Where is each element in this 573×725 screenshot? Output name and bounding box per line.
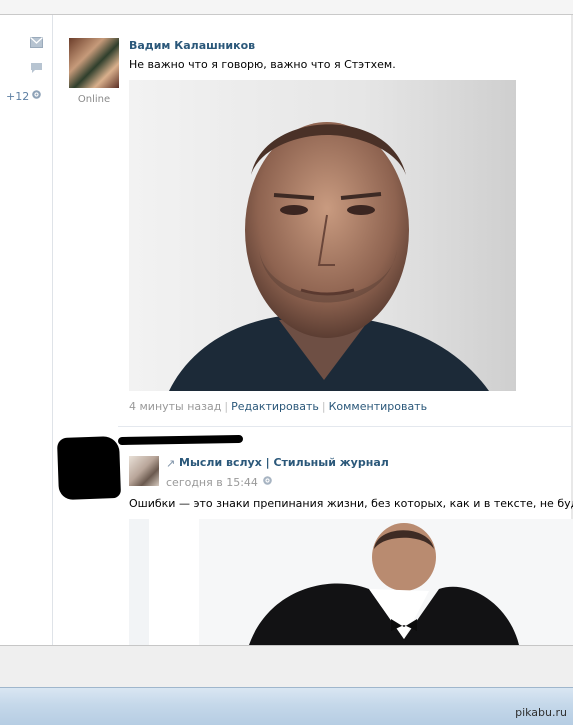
meta-separator: | — [224, 400, 229, 413]
post-text: Не важно что я говорю, важно что я Стэтх… — [129, 58, 396, 71]
meta-separator: | — [321, 400, 326, 413]
browser-top-strip — [0, 0, 573, 15]
edit-link[interactable]: Редактировать — [231, 400, 319, 413]
author-avatar[interactable] — [69, 38, 119, 88]
source-avatar[interactable] — [129, 456, 159, 486]
taskbar: pikabu.ru — [0, 687, 573, 725]
post-photo[interactable] — [129, 80, 516, 391]
online-status: Online — [77, 94, 111, 105]
post-divider — [118, 426, 573, 427]
post-photo[interactable] — [129, 519, 573, 645]
chat-bubble-icon[interactable] — [30, 62, 43, 73]
gear-icon — [31, 89, 42, 103]
post-time-text: сегодня в 15:44 — [166, 475, 258, 489]
post-time[interactable]: 4 минуты назад — [129, 400, 221, 413]
notifications-counter[interactable]: +12 — [6, 89, 42, 103]
portrait-illustration — [169, 122, 489, 391]
window-bottom-area — [0, 645, 573, 688]
post-text: Ошибки — это знаки препинания жизни, без… — [129, 497, 573, 510]
repost-source-link[interactable]: Мысли вслух | Стильный журнал — [179, 456, 389, 469]
repost-icon: ↗ — [166, 457, 176, 470]
gear-icon — [262, 475, 273, 489]
post-meta: 4 минуты назад | Редактировать | Комментиров… — [129, 400, 427, 413]
post-time[interactable]: сегодня в 15:44 — [166, 475, 273, 489]
watermark: pikabu.ru — [515, 706, 567, 719]
comment-link[interactable]: Комментировать — [329, 400, 427, 413]
post-author-link[interactable]: Вадим Калашников — [129, 39, 255, 52]
redacted-avatar — [56, 435, 122, 501]
envelope-icon[interactable] — [30, 37, 43, 48]
tuxedo-photo-illustration — [129, 519, 573, 645]
left-rail: +12 — [0, 15, 53, 645]
notifications-count-text: +12 — [6, 89, 30, 103]
